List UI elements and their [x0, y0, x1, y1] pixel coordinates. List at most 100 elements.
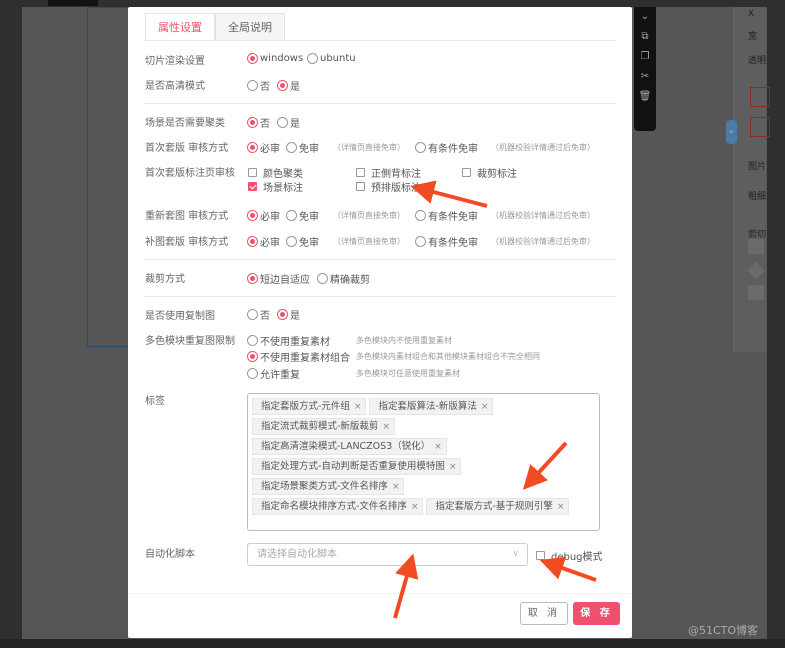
tag-chip: 指定处理方式-自动判断是否重复使用模特图 × [252, 458, 462, 475]
radio-windows[interactable]: windows [247, 53, 303, 64]
hint: 多色模块内不使用重复素材 [356, 336, 452, 345]
chevron-double-down-icon[interactable]: ⌄ [634, 7, 656, 27]
radio-cluster-no[interactable]: 否 [247, 115, 270, 130]
radio-ubuntu[interactable]: ubuntu [307, 53, 356, 64]
radio-cluster-yes[interactable]: 是 [277, 115, 300, 130]
remove-tag-icon[interactable]: × [382, 422, 390, 432]
shape-option [748, 239, 764, 254]
radio-copy-yes[interactable]: 是 [277, 307, 300, 322]
hint: （详情页直接免审） [333, 211, 405, 220]
option-text: 场景标注 [263, 183, 303, 194]
footer-divider [128, 593, 632, 594]
option-text: 不使用重复素材组合 [260, 353, 350, 364]
tag-chip: 指定套版算法-新版算法 × [369, 398, 494, 415]
option-text: 免审 [299, 144, 319, 155]
divider [144, 103, 616, 104]
checkbox-crop-mark[interactable]: 裁剪标注 [462, 165, 517, 180]
tags-input[interactable]: 指定套版方式-元件组 × 指定套版算法-新版算法 × 指定流式裁剪模式-新版裁剪 × 指定高… [247, 393, 600, 531]
re-review-label: 重新套图 审核方式 [145, 211, 229, 222]
paste-icon[interactable]: ❐ [634, 47, 656, 67]
remove-tag-icon[interactable]: × [411, 502, 419, 512]
remove-tag-icon[interactable]: × [481, 402, 489, 412]
option-text: 必审 [260, 144, 280, 155]
remove-tag-icon[interactable]: × [557, 502, 565, 512]
radio-copy-no[interactable]: 否 [247, 307, 270, 322]
properties-dialog: 属性设置 全局说明 切片渲染设置 windows ubuntu 是否高清模式 否… [128, 7, 632, 638]
checkbox-prelayout-mark[interactable]: 预排版标注 [356, 179, 421, 194]
panel-label: 透明 [748, 56, 767, 66]
option-text: 预排版标注 [371, 183, 421, 194]
radio-no-repeat-combo[interactable]: 不使用重复素材组合 [247, 349, 350, 364]
radio-no-repeat-material[interactable]: 不使用重复素材 [247, 333, 330, 348]
radio-allow-repeat[interactable]: 允许重复 [247, 366, 300, 381]
tab-global-notes[interactable]: 全局说明 [215, 13, 285, 41]
radio-must-review[interactable]: 必审 [247, 140, 280, 155]
tags-label: 标签 [145, 396, 165, 407]
first-review-label: 首次套版 审核方式 [145, 143, 229, 154]
option-text: 不使用重复素材 [260, 337, 330, 348]
radio-must-review[interactable]: 必审 [247, 234, 280, 249]
option-text: ubuntu [320, 53, 356, 64]
cluster-label: 场景是否需要聚类 [145, 118, 225, 129]
tab-properties[interactable]: 属性设置 [145, 13, 215, 41]
radio-must-review[interactable]: 必审 [247, 208, 280, 223]
hd-label: 是否高清模式 [145, 81, 205, 92]
crop-label: 裁剪方式 [145, 274, 185, 285]
tag-text: 指定套版方式-元件组 [261, 401, 350, 412]
radio-skip-review[interactable]: 免审 [286, 208, 319, 223]
option-text: 允许重复 [260, 370, 300, 381]
remove-tag-icon[interactable]: × [434, 442, 442, 452]
panel-label: 宽 [748, 32, 758, 42]
tag-text: 指定流式裁剪模式-新版裁剪 [261, 421, 379, 432]
radio-skip-review[interactable]: 免审 [286, 234, 319, 249]
hint: （详情页直接免审） [333, 143, 405, 152]
option-text: 颜色聚类 [263, 169, 303, 180]
radio-short-edge-fit[interactable]: 短边自适应 [247, 271, 310, 286]
tag-chip: 指定场景聚类方式-文件名排序 × [252, 478, 405, 495]
radio-hd-no[interactable]: 否 [247, 78, 270, 93]
radio-conditional-skip[interactable]: 有条件免审 [415, 140, 478, 155]
tag-text: 指定套版算法-新版算法 [378, 401, 477, 412]
tag-text: 指定套版方式-基于规则引擎 [435, 501, 553, 512]
option-text: 有条件免审 [428, 238, 478, 249]
option-text: 否 [260, 311, 270, 322]
divider [144, 259, 616, 260]
checkbox-scene-mark[interactable]: 场景标注 [248, 179, 303, 194]
checkbox-front-side-back[interactable]: 正側背标注 [356, 165, 421, 180]
scissors-icon[interactable]: ✂ [634, 67, 656, 87]
radio-precise-crop[interactable]: 精确裁剪 [317, 271, 370, 286]
radio-skip-review[interactable]: 免审 [286, 140, 319, 155]
radio-conditional-skip[interactable]: 有条件免审 [415, 208, 478, 223]
floating-toolbar: ⌄ ⧉ ❐ ✂ 🗑 [634, 7, 656, 131]
shape-option [747, 261, 765, 280]
option-text: 裁剪标注 [477, 169, 517, 180]
tag-text: 指定处理方式-自动判断是否重复使用模特图 [261, 461, 445, 472]
remove-tag-icon[interactable]: × [354, 402, 362, 412]
option-text: 精确裁剪 [330, 275, 370, 286]
radio-conditional-skip[interactable]: 有条件免审 [415, 234, 478, 249]
collapse-panel-button[interactable]: » [726, 120, 737, 144]
hint: （机器校验详情通过后免审） [491, 237, 595, 246]
patch-review-label: 补图套版 审核方式 [145, 237, 229, 248]
option-text: 是 [290, 82, 300, 93]
remove-tag-icon[interactable]: × [392, 482, 400, 492]
option-text: 免审 [299, 238, 319, 249]
multi-color-label: 多色模块重复图限制 [145, 336, 235, 347]
hint: （机器校验详情通过后免审） [491, 143, 595, 152]
cancel-button[interactable]: 取 消 [520, 602, 568, 625]
copy-icon[interactable]: ⧉ [634, 27, 656, 47]
script-select[interactable]: 请选择自动化脚本 ∨ [247, 543, 528, 566]
tag-chip: 指定高清渲染模式-LANCZOS3（锐化） × [252, 438, 447, 455]
divider [144, 296, 616, 297]
tag-chip: 指定套版方式-基于规则引擎 × [426, 498, 570, 515]
remove-tag-icon[interactable]: × [449, 462, 457, 472]
trash-icon[interactable]: 🗑 [634, 87, 656, 107]
save-button[interactable]: 保 存 [573, 602, 620, 625]
option-text: 否 [260, 119, 270, 130]
radio-hd-yes[interactable]: 是 [277, 78, 300, 93]
checkbox-color-cluster[interactable]: 颜色聚类 [248, 165, 303, 180]
hint: （详情页直接免审） [333, 237, 405, 246]
option-text: 正側背标注 [371, 169, 421, 180]
checkbox-debug-mode[interactable]: debug模式 [536, 548, 603, 563]
option-text: 短边自适应 [260, 275, 310, 286]
